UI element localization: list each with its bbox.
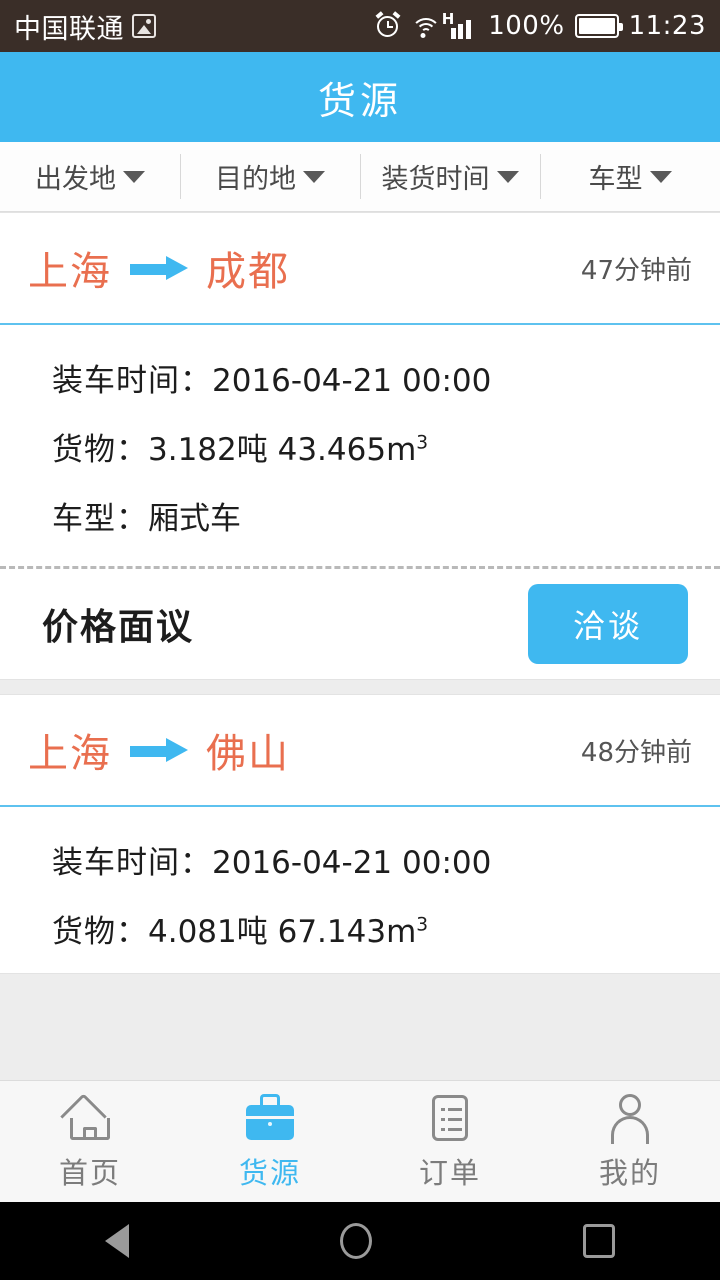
tab-cargo-label: 货源: [238, 1155, 301, 1190]
card-details: 装车时间：2016-04-21 00:00 货物：3.182吨 43.465m3…: [0, 325, 720, 560]
recents-square-icon[interactable]: [582, 1224, 615, 1258]
cargo-label: 货物：: [52, 432, 148, 468]
cargo-unit-exponent: 3: [416, 432, 430, 454]
battery-icon: [574, 14, 623, 38]
person-icon: [604, 1092, 656, 1144]
chevron-down-icon: [303, 170, 325, 183]
app-bar: 货源: [0, 52, 720, 142]
arrow-right-icon: [130, 256, 188, 280]
destination-city: 佛山: [206, 731, 290, 777]
load-time-label: 装车时间：: [52, 363, 212, 399]
load-time-row: 装车时间：2016-04-21 00:00: [0, 343, 720, 412]
filter-bar: 出发地 目的地 装货时间 车型: [0, 142, 720, 212]
list-icon: [424, 1092, 476, 1144]
clock-label: 11:23: [628, 11, 706, 41]
arrow-right-icon: [130, 738, 188, 762]
cargo-label: 货物：: [52, 914, 148, 950]
home-circle-icon[interactable]: [339, 1223, 372, 1259]
tab-home-label: 首页: [58, 1155, 121, 1190]
signal-bars-icon: H: [442, 10, 479, 39]
filter-load-time[interactable]: 装货时间: [360, 142, 540, 211]
vehicle-row: 车型：厢式车: [0, 481, 720, 550]
posted-ago-label: 48分钟前: [580, 737, 692, 768]
status-bar-right: H 100% 11:23: [375, 10, 706, 41]
origin-city: 上海: [28, 731, 112, 777]
tab-profile-label: 我的: [598, 1155, 661, 1190]
filter-vehicle-type-label: 车型: [588, 164, 643, 195]
card-footer: 价格面议 洽谈: [0, 569, 720, 679]
status-bar: 中国联通 H 100% 11:23: [0, 0, 720, 52]
cargo-row: 货物：4.081吨 67.143m3: [0, 894, 720, 963]
posted-ago-label: 47分钟前: [580, 255, 692, 286]
route: 上海 成都: [28, 239, 290, 297]
home-icon: [60, 1092, 116, 1144]
network-type-label: H: [441, 10, 455, 28]
chevron-down-icon: [496, 170, 519, 183]
load-time-value: 2016-04-21 00:00: [212, 363, 492, 399]
load-time-row: 装车时间：2016-04-21 00:00: [0, 825, 720, 894]
filter-destination-label: 目的地: [215, 164, 296, 195]
filter-vehicle-type[interactable]: 车型: [540, 142, 720, 211]
battery-percent-label: 100%: [488, 11, 565, 41]
status-bar-left: 中国联通: [14, 7, 156, 46]
back-triangle-icon[interactable]: [105, 1224, 130, 1258]
alarm-icon: [375, 11, 401, 39]
vehicle-label: 车型：: [52, 501, 148, 537]
tab-cargo[interactable]: 货源: [180, 1092, 360, 1192]
filter-origin-label: 出发地: [35, 164, 116, 195]
android-navigation-bar: [0, 1202, 720, 1280]
cargo-list: 上海 成都 47分钟前 装车时间：2016-04-21 00:00 货物：3.1…: [0, 212, 720, 974]
origin-city: 上海: [28, 249, 112, 295]
tab-orders[interactable]: 订单: [360, 1092, 540, 1192]
route: 上海 佛山: [28, 721, 290, 779]
bottom-tab-bar: 首页 货源 订单 我的: [0, 1080, 720, 1202]
filter-load-time-label: 装货时间: [381, 164, 490, 195]
photo-icon: [132, 14, 156, 38]
tab-profile[interactable]: 我的: [540, 1092, 720, 1192]
tab-orders-label: 订单: [418, 1155, 481, 1190]
vehicle-value: 厢式车: [148, 501, 241, 537]
card-route-header: 上海 成都 47分钟前: [0, 213, 720, 325]
phone-screen: 中国联通 H 100% 11:23 货源 出发地 目的地 装货时间 车型 上海 …: [0, 0, 720, 1280]
tab-home[interactable]: 首页: [0, 1092, 180, 1192]
cargo-value: 3.182吨 43.465m: [148, 432, 417, 468]
card-details: 装车时间：2016-04-21 00:00 货物：4.081吨 67.143m3: [0, 807, 720, 973]
cargo-card[interactable]: 上海 佛山 48分钟前 装车时间：2016-04-21 00:00 货物：4.0…: [0, 694, 720, 974]
chevron-down-icon: [649, 170, 672, 183]
filter-destination[interactable]: 目的地: [180, 142, 360, 211]
chevron-down-icon: [123, 170, 145, 183]
cargo-unit-exponent: 3: [416, 914, 430, 936]
page-title: 货源: [317, 78, 402, 123]
load-time-value: 2016-04-21 00:00: [212, 845, 492, 881]
cargo-card[interactable]: 上海 成都 47分钟前 装车时间：2016-04-21 00:00 货物：3.1…: [0, 212, 720, 680]
briefcase-icon: [244, 1092, 296, 1144]
cargo-row: 货物：3.182吨 43.465m3: [0, 412, 720, 481]
carrier-label: 中国联通: [14, 13, 124, 45]
card-route-header: 上海 佛山 48分钟前: [0, 695, 720, 807]
cargo-value: 4.081吨 67.143m: [148, 914, 417, 950]
wifi-icon: [410, 14, 441, 38]
filter-origin[interactable]: 出发地: [0, 142, 180, 211]
negotiate-button[interactable]: 洽谈: [528, 584, 688, 664]
price-label: 价格面议: [42, 607, 195, 648]
load-time-label: 装车时间：: [52, 845, 212, 881]
destination-city: 成都: [206, 249, 290, 295]
